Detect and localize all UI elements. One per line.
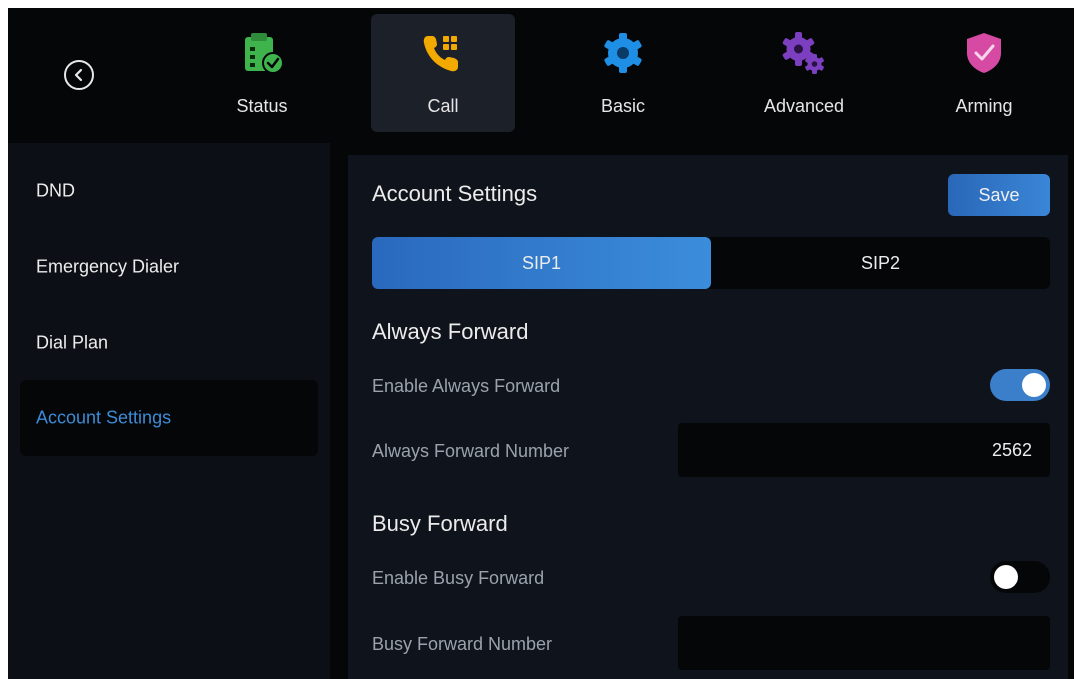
app-window: Status Call Basic Advanced Arming DND Em…	[8, 8, 1074, 679]
sidebar-item-label: Account Settings	[36, 407, 172, 428]
toggle-knob	[1022, 373, 1046, 397]
sidebar: DND Emergency Dialer Dial Plan Account S…	[8, 143, 330, 679]
clipboard-check-icon	[245, 33, 284, 74]
enable-always-forward-toggle[interactable]	[990, 369, 1050, 401]
chevron-left-icon	[74, 68, 83, 82]
sidebar-item-emergency-dialer[interactable]: Emergency Dialer	[20, 229, 318, 305]
page-title: Account Settings	[372, 181, 538, 206]
gear-icon	[604, 33, 642, 73]
busy-forward-number-label: Busy Forward Number	[372, 634, 553, 654]
nav-tab-label: Advanced	[763, 96, 845, 116]
enable-busy-forward-toggle[interactable]	[990, 561, 1050, 593]
sidebar-item-dnd[interactable]: DND	[20, 153, 318, 229]
enable-busy-forward-label: Enable Busy Forward	[372, 568, 545, 588]
save-button[interactable]: Save	[948, 174, 1050, 216]
nav-tab-arming[interactable]: Arming	[912, 14, 1056, 132]
nav-tab-advanced[interactable]: Advanced	[732, 14, 876, 132]
tab-sip1[interactable]: SIP1	[372, 237, 711, 289]
nav-tab-status[interactable]: Status	[190, 14, 334, 132]
busy-forward-heading: Busy Forward	[372, 511, 508, 536]
top-navigation: Status Call Basic Advanced Arming	[8, 8, 1074, 143]
toggle-knob	[994, 565, 1018, 589]
gears-icon	[782, 32, 824, 74]
sip-segmented-control: SIP1 SIP2	[372, 237, 1050, 289]
tab-sip2[interactable]: SIP2	[711, 237, 1050, 289]
sidebar-item-label: Dial Plan	[36, 332, 109, 353]
shield-check-icon	[967, 33, 1001, 73]
busy-forward-number-input[interactable]	[678, 616, 1050, 670]
sidebar-item-label: Emergency Dialer	[36, 256, 180, 277]
nav-tab-basic[interactable]: Basic	[551, 14, 695, 132]
nav-tab-label: Arming	[955, 96, 1013, 116]
nav-tab-label: Call	[427, 96, 459, 116]
always-forward-number-input[interactable]: 2562	[678, 423, 1050, 477]
always-forward-number-label: Always Forward Number	[372, 441, 570, 461]
sidebar-item-account-settings[interactable]: Account Settings	[20, 380, 318, 456]
nav-tab-label: Status	[236, 96, 288, 116]
phone-keypad-icon	[423, 36, 458, 72]
sidebar-item-label: DND	[36, 180, 75, 201]
sidebar-item-dial-plan[interactable]: Dial Plan	[20, 305, 318, 381]
always-forward-heading: Always Forward	[372, 319, 529, 344]
enable-always-forward-label: Enable Always Forward	[372, 376, 561, 396]
nav-tab-call[interactable]: Call	[371, 14, 515, 132]
main-panel: Account Settings Save SIP1 SIP2 Always F…	[348, 155, 1068, 679]
nav-tab-label: Basic	[600, 96, 645, 116]
back-button[interactable]	[64, 60, 94, 90]
